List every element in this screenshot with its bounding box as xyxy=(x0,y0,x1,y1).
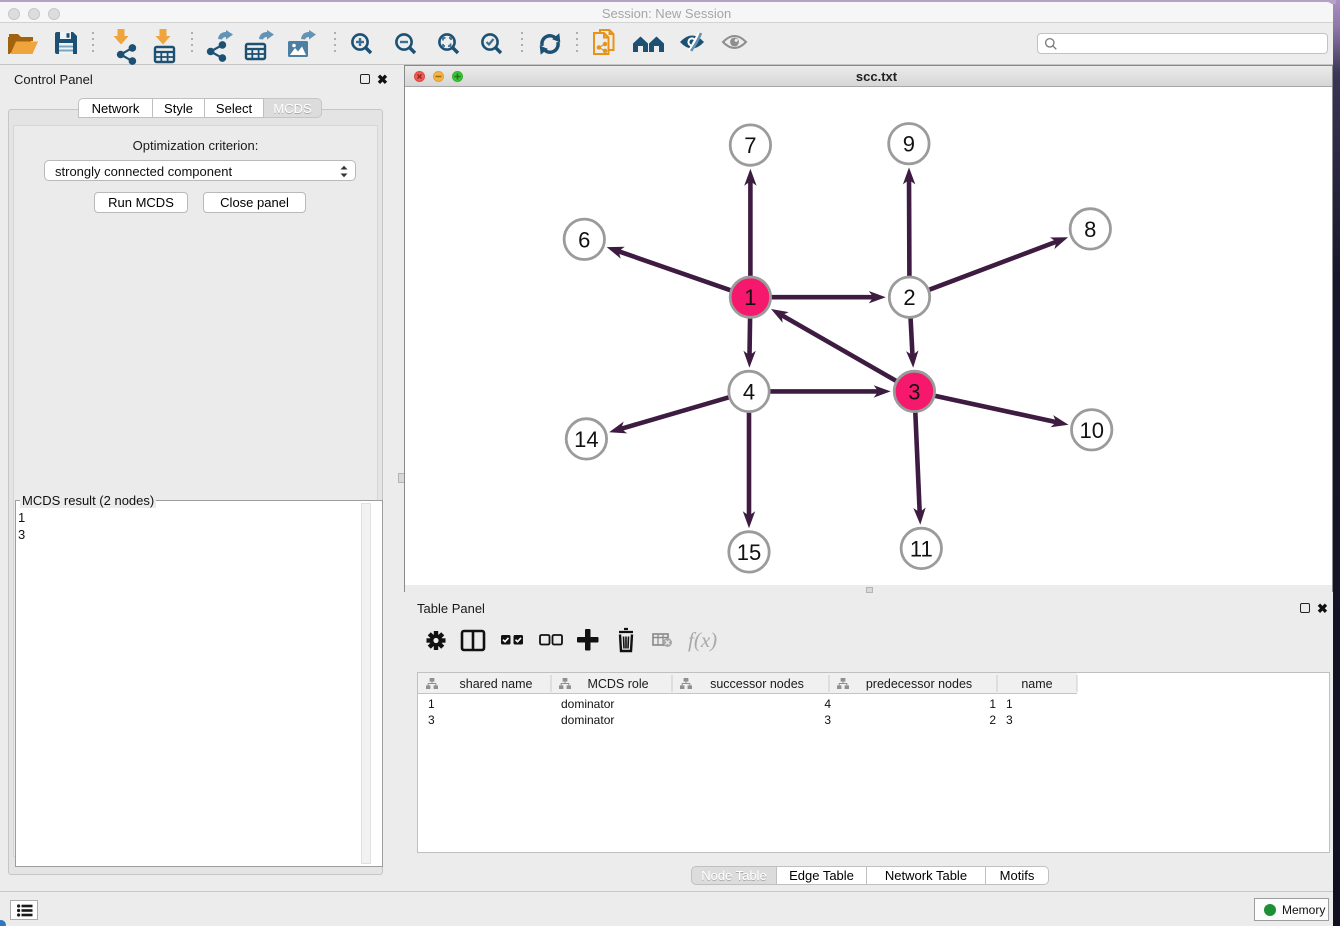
svg-text:10: 10 xyxy=(1079,418,1103,443)
svg-text:1: 1 xyxy=(744,285,756,310)
svg-text:7: 7 xyxy=(744,133,756,158)
svg-text:successor nodes: successor nodes xyxy=(710,677,804,691)
svg-text:2: 2 xyxy=(903,285,915,310)
svg-text:4: 4 xyxy=(743,379,755,404)
svg-text:3: 3 xyxy=(908,379,920,404)
svg-text:predecessor nodes: predecessor nodes xyxy=(866,677,972,691)
svg-text:8: 8 xyxy=(1084,217,1096,242)
svg-text:shared name: shared name xyxy=(460,677,533,691)
svg-text:name: name xyxy=(1021,677,1052,691)
svg-text:9: 9 xyxy=(903,132,915,157)
svg-text:f(x): f(x) xyxy=(688,628,717,652)
svg-text:15: 15 xyxy=(737,540,761,565)
svg-text:14: 14 xyxy=(574,427,598,452)
svg-text:6: 6 xyxy=(578,227,590,252)
svg-text:MCDS role: MCDS role xyxy=(587,677,648,691)
svg-text:11: 11 xyxy=(910,536,933,561)
